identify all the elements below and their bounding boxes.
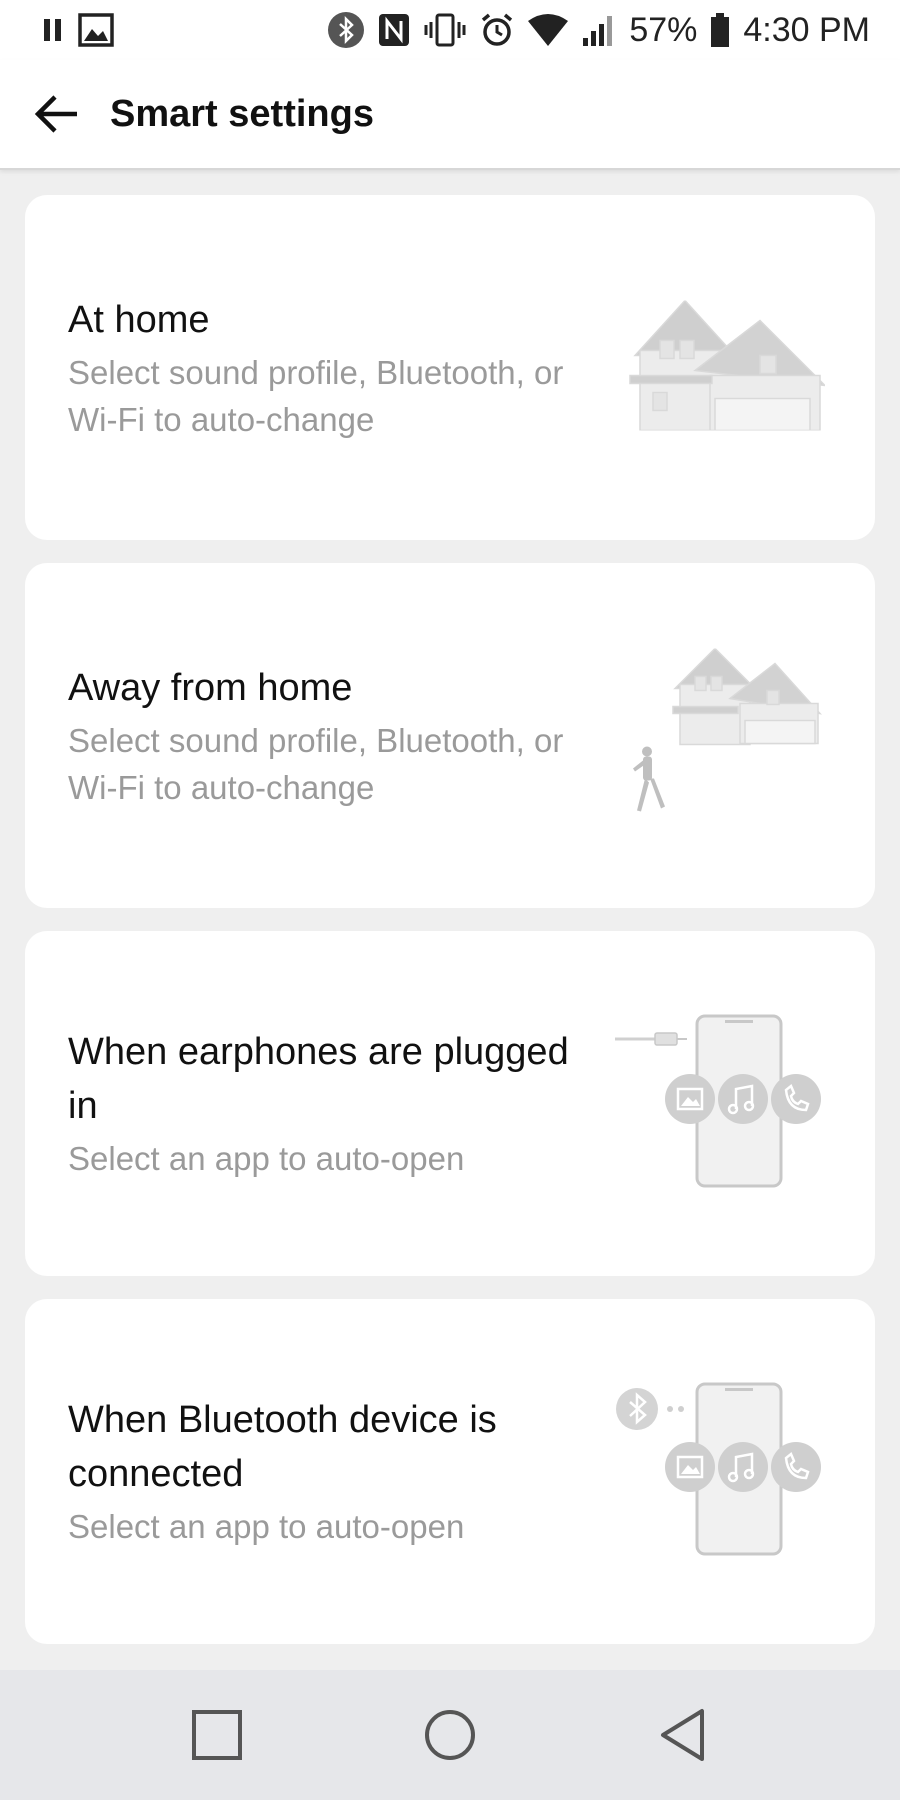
battery-icon [709,12,731,48]
card-title: Away from home [68,666,353,709]
vibrate-icon [423,13,467,47]
arrow-left-icon [33,94,79,134]
back-button[interactable] [6,64,106,164]
card-description: Select sound profile, Bluetooth, or Wi-F… [68,353,564,438]
card-description: Select an app to auto-open [68,1140,465,1177]
image-icon [78,13,114,47]
bluetooth-icon [327,11,365,49]
card-title: When earphones are plugged in [68,1031,569,1127]
nav-back-button[interactable] [633,1685,733,1785]
card-away-from-home[interactable]: Away from home Select sound profile, Blu… [25,563,875,908]
card-bluetooth-connected[interactable]: When Bluetooth device is connected Selec… [25,1299,875,1644]
square-icon [191,1709,243,1761]
card-description: Select sound profile, Bluetooth, or Wi-F… [68,721,564,806]
card-description: Select an app to auto-open [68,1508,465,1545]
card-earphones-plugged-in[interactable]: When earphones are plugged in Select an … [25,931,875,1276]
status-right: 57% 4:30 PM [327,11,870,50]
card-text: Away from home Select sound profile, Blu… [68,661,588,811]
status-bar: 57% 4:30 PM [0,0,900,60]
alarm-icon [479,12,515,48]
circle-icon [423,1708,477,1762]
card-at-home[interactable]: At home Select sound profile, Bluetooth,… [25,195,875,540]
wifi-icon [527,13,569,47]
card-text: At home Select sound profile, Bluetooth,… [68,293,588,443]
settings-list: At home Select sound profile, Bluetooth,… [25,195,875,1667]
signal-icon [581,12,617,48]
card-text: When Bluetooth device is connected Selec… [68,1393,588,1550]
pause-icon [42,17,64,43]
nfc-icon [377,12,411,48]
card-text: When earphones are plugged in Select an … [68,1025,588,1182]
recents-button[interactable] [167,1685,267,1785]
phone-bluetooth-icon [615,1382,825,1562]
triangle-back-icon [658,1708,708,1762]
card-title: At home [68,298,210,341]
phone-earphone-icon [615,1014,825,1194]
card-title: When Bluetooth device is connected [68,1399,497,1495]
clock: 4:30 PM [743,10,870,49]
house-walking-person-icon [625,646,825,823]
house-icon [625,298,828,435]
battery-percent: 57% [629,10,698,49]
page-title: Smart settings [110,92,374,135]
app-bar: Smart settings [0,60,900,170]
navigation-bar [0,1670,900,1800]
home-button[interactable] [400,1685,500,1785]
status-left [42,13,114,47]
